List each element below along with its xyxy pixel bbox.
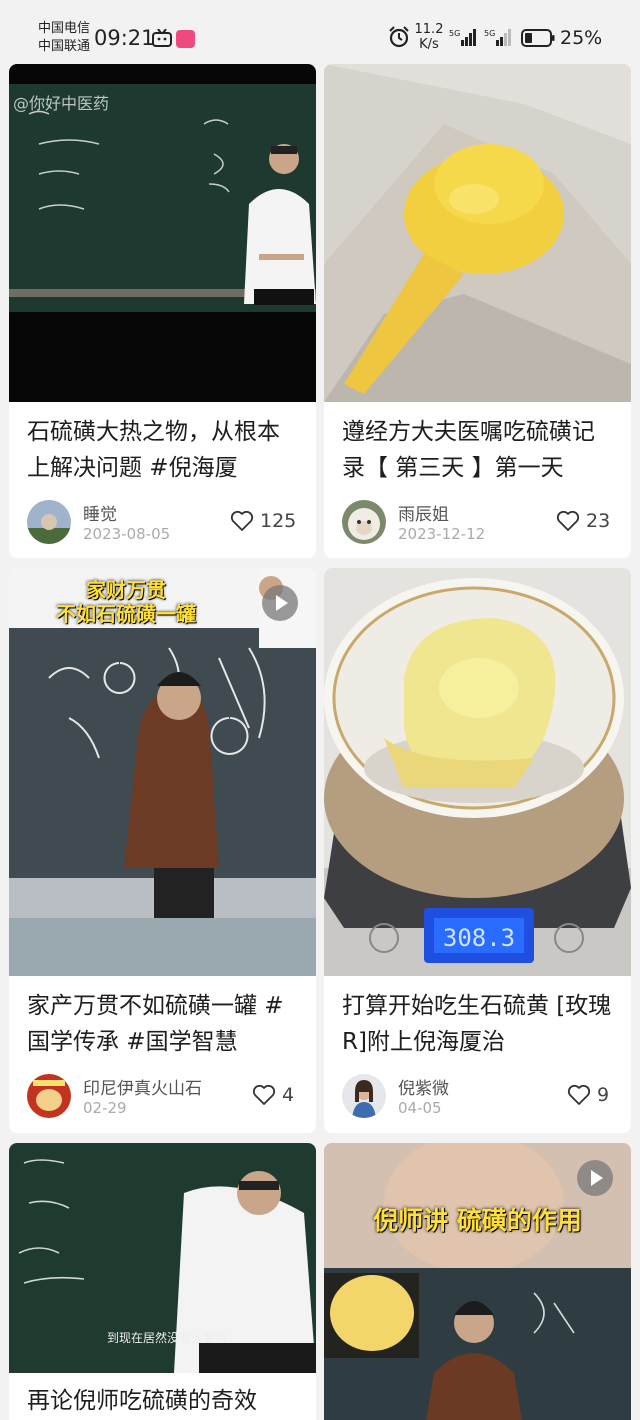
feed-card[interactable]: 308.3 打算开始吃生石硫黄 [玫瑰R]附上倪海厦治 倪紫微 04-05 9 bbox=[324, 568, 631, 1133]
avatar[interactable] bbox=[27, 500, 71, 544]
card-title[interactable]: 遵经方大夫医嘱吃硫磺记录【 第三天 】第一天 bbox=[342, 414, 614, 486]
card-title-text: 石硫磺大热之物，从根本上解决问题 #倪海厦 bbox=[27, 419, 280, 481]
play-icon[interactable] bbox=[262, 585, 298, 621]
post-date: 2023-08-05 bbox=[83, 525, 171, 543]
battery-icon bbox=[521, 29, 555, 47]
post-date: 2023-12-12 bbox=[398, 525, 486, 543]
heart-icon[interactable] bbox=[567, 1084, 591, 1106]
card-thumbnail[interactable]: 308.3 bbox=[324, 568, 631, 976]
net-speed: 11.2 K/s bbox=[414, 22, 444, 52]
feed-card[interactable]: 倪师讲 硫磺的作用 bbox=[324, 1143, 631, 1420]
video-subtitle: 到现在居然没有人会用 bbox=[107, 1331, 228, 1345]
signal-icon: 5G bbox=[484, 29, 511, 46]
signal-icon: 5G bbox=[449, 29, 476, 46]
app-icon bbox=[176, 30, 195, 48]
card-thumbnail[interactable] bbox=[9, 568, 316, 976]
author-name[interactable]: 雨辰姐 bbox=[398, 500, 449, 525]
card-title-text: 家产万贯不如硫磺一罐 #国学传承 #国学智慧 bbox=[27, 993, 284, 1055]
like-count: 125 bbox=[260, 510, 297, 532]
post-date: 02-29 bbox=[83, 1099, 127, 1117]
author-name[interactable]: 睡觉 bbox=[83, 500, 117, 525]
avatar[interactable] bbox=[27, 1074, 71, 1118]
video-caption: 家财万贯 不如石硫磺一罐 bbox=[31, 578, 221, 626]
card-title[interactable]: 石硫磺大热之物，从根本上解决问题 #倪海厦 bbox=[27, 414, 299, 486]
heart-icon[interactable] bbox=[556, 510, 580, 532]
feed-card[interactable]: @你好中医药 石硫磺大热之物，从根本上解决问题 #倪海厦 睡觉 2023-08-… bbox=[9, 64, 316, 558]
alarm-icon bbox=[389, 26, 409, 48]
video-caption-line-1: 家财万贯 bbox=[86, 578, 166, 602]
heart-icon[interactable] bbox=[252, 1084, 276, 1106]
like-count: 4 bbox=[282, 1084, 295, 1106]
status-time: 09:21 bbox=[94, 26, 155, 50]
post-date: 04-05 bbox=[398, 1099, 442, 1117]
net-speed-unit: K/s bbox=[419, 37, 439, 52]
play-icon[interactable] bbox=[577, 1160, 613, 1196]
card-title-text: 再论倪师吃硫磺的奇效 bbox=[27, 1388, 257, 1414]
like-count: 9 bbox=[597, 1084, 610, 1106]
heart-icon[interactable] bbox=[230, 510, 254, 532]
signal-1-label: 5G bbox=[449, 29, 460, 38]
author-name[interactable]: 倪紫微 bbox=[398, 1074, 449, 1099]
card-title-text: 打算开始吃生石硫黄 [玫瑰R]附上倪海厦治 bbox=[342, 993, 612, 1055]
video-caption-line-2: 不如石硫磺一罐 bbox=[56, 602, 196, 626]
card-title[interactable]: 打算开始吃生石硫黄 [玫瑰R]附上倪海厦治 bbox=[342, 988, 614, 1060]
like-count: 23 bbox=[586, 510, 611, 532]
scale-reading: 308.3 bbox=[443, 924, 515, 952]
author-name[interactable]: 印尼伊真火山石 bbox=[83, 1074, 202, 1099]
feed-card[interactable]: 遵经方大夫医嘱吃硫磺记录【 第三天 】第一天 雨辰姐 2023-12-12 23 bbox=[324, 64, 631, 558]
battery-level: 25% bbox=[560, 27, 603, 49]
feed-card[interactable]: 到现在居然没有人会用 再论倪师吃硫磺的奇效 bbox=[9, 1143, 316, 1420]
card-title[interactable]: 家产万贯不如硫磺一罐 #国学传承 #国学智慧 bbox=[27, 988, 299, 1060]
tv-icon bbox=[152, 29, 172, 47]
avatar[interactable] bbox=[342, 1074, 386, 1118]
status-bar: 中国电信 中国联通 09:21 11.2 K/s 5G 5G 25% bbox=[0, 0, 640, 64]
avatar[interactable] bbox=[342, 500, 386, 544]
signal-2-label: 5G bbox=[484, 29, 495, 38]
card-title[interactable]: 再论倪师吃硫磺的奇效 bbox=[27, 1383, 299, 1420]
card-title-text: 遵经方大夫医嘱吃硫磺记录【 第三天 】第一天 bbox=[342, 419, 595, 481]
carrier-2: 中国联通 bbox=[38, 39, 91, 54]
feed-card[interactable]: 家财万贯 不如石硫磺一罐 家产万贯不如硫磺一罐 #国学传承 #国学智慧 印尼伊真… bbox=[9, 568, 316, 1133]
carrier-1: 中国电信 bbox=[38, 21, 91, 36]
watermark: @你好中医药 bbox=[13, 94, 110, 113]
carrier-info: 中国电信 中国联通 bbox=[38, 20, 90, 56]
card-thumbnail[interactable] bbox=[9, 64, 316, 402]
video-caption: 倪师讲 硫磺的作用 bbox=[373, 1206, 582, 1235]
net-speed-value: 11.2 bbox=[414, 22, 444, 37]
card-thumbnail[interactable] bbox=[324, 64, 631, 402]
